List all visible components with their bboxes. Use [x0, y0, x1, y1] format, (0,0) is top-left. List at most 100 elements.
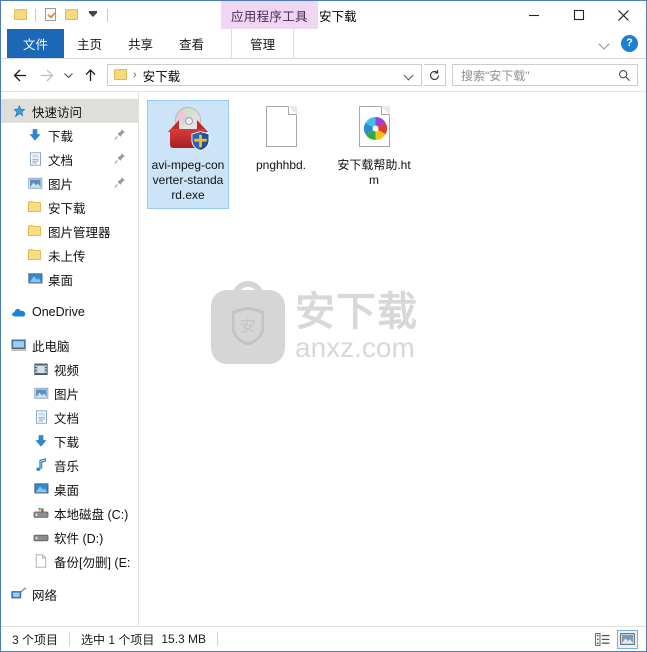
maximize-button[interactable] [556, 1, 601, 29]
system-drive-icon [33, 505, 49, 521]
status-separator-1 [69, 632, 71, 646]
file-explorer-window: 应用程序工具 安下载 文件 主页 共享 查看 管理 ? › 安下载 搜索"安下载… [0, 0, 647, 652]
sidebar-item-documents[interactable]: 文档 [1, 147, 138, 171]
tab-home[interactable]: 主页 [64, 29, 115, 58]
qat-new-folder-icon[interactable] [61, 5, 82, 26]
forward-arrow-icon [40, 69, 53, 81]
window-title: 安下载 [319, 9, 357, 24]
computer-icon [11, 337, 27, 353]
tab-file[interactable]: 文件 [7, 29, 65, 58]
file-name: 安下载帮助.htm [337, 158, 411, 187]
pictures-icon [33, 385, 49, 401]
sidebar-item-videos[interactable]: 视频 [1, 357, 138, 381]
pin-icon[interactable] [114, 176, 126, 189]
sidebar-label: OneDrive [32, 305, 85, 319]
sidebar-item-drive-d[interactable]: 软件 (D:) [1, 525, 138, 549]
breadcrumb-current-folder[interactable]: 安下载 [143, 66, 181, 85]
qat-separator-1 [35, 8, 36, 22]
sidebar-label: 网络 [32, 588, 58, 603]
sidebar-item-network[interactable]: 网络 [1, 582, 138, 606]
title-bar: 应用程序工具 安下载 [1, 1, 646, 29]
file-item-htm[interactable]: 安下载帮助.htm [333, 100, 415, 209]
qat-customize-button[interactable] [82, 5, 103, 26]
address-dropdown-icon[interactable] [405, 72, 413, 80]
customize-caret-icon [88, 11, 97, 17]
sidebar-item-documents-pc[interactable]: 文档 [1, 405, 138, 429]
file-name: avi-mpeg-converter-standard.exe [151, 158, 225, 202]
sidebar-label: 文档 [54, 411, 80, 426]
document-check-icon [44, 8, 57, 22]
tab-manage[interactable]: 管理 [231, 29, 295, 58]
refresh-button[interactable] [424, 64, 446, 86]
sidebar-item-desktop-qa[interactable]: 桌面 [1, 267, 138, 291]
sidebar-label: 安下载 [48, 201, 86, 216]
breadcrumb-folder-icon [114, 69, 128, 81]
up-button[interactable] [77, 62, 103, 88]
sidebar-item-pictures[interactable]: 图片 [1, 171, 138, 195]
large-icons-view-button[interactable] [617, 629, 638, 649]
file-item-png[interactable]: pnghhbd. [240, 100, 322, 209]
recent-locations-button[interactable] [59, 62, 77, 88]
search-input[interactable]: 搜索"安下载" [461, 67, 530, 84]
back-button[interactable] [7, 62, 33, 88]
qat-properties-icon[interactable] [40, 5, 61, 26]
chevron-down-icon[interactable] [598, 37, 611, 50]
sidebar-label: 图片管理器 [48, 225, 111, 240]
forward-button[interactable] [33, 62, 59, 88]
pictures-icon [27, 175, 43, 191]
address-bar[interactable]: › 安下载 [107, 64, 422, 86]
sidebar-label: 文档 [48, 153, 74, 168]
qat-folder-icon[interactable] [10, 5, 31, 26]
sidebar-item-this-pc[interactable]: 此电脑 [1, 333, 138, 357]
sidebar-item-desktop-pc[interactable]: 桌面 [1, 477, 138, 501]
new-folder-icon [64, 9, 79, 21]
sidebar-item-not-uploaded[interactable]: 未上传 [1, 243, 138, 267]
documents-icon [33, 409, 49, 425]
sidebar-item-onedrive[interactable]: OneDrive [1, 300, 138, 324]
ribbon-tab-strip: 文件 主页 共享 查看 管理 ? [1, 29, 646, 59]
download-arrow-icon [27, 127, 43, 143]
details-view-button[interactable] [592, 630, 613, 649]
pin-icon[interactable] [114, 152, 126, 165]
sidebar-gap-1 [1, 291, 138, 300]
watermark-logo-char: 安 [240, 318, 255, 335]
minimize-button[interactable] [511, 1, 556, 29]
selection-size-label: 15.3 MB [161, 632, 207, 646]
file-list-pane[interactable]: avi-mpeg-converter-standard.exe pnghhbd. [139, 92, 646, 626]
onedrive-cloud-icon [11, 304, 27, 320]
close-button[interactable] [601, 1, 646, 29]
sidebar-label: 图片 [54, 387, 80, 402]
search-icon [619, 69, 630, 81]
pin-icon[interactable] [114, 128, 126, 141]
desktop-icon [33, 481, 49, 497]
folder-icon [27, 247, 43, 263]
sidebar-item-local-disk-c[interactable]: 本地磁盘 (C:) [1, 501, 138, 525]
sidebar-item-music[interactable]: 音乐 [1, 453, 138, 477]
star-pin-icon [11, 103, 27, 119]
file-item-installer[interactable]: avi-mpeg-converter-standard.exe [147, 100, 229, 209]
sidebar-item-pictures-pc[interactable]: 图片 [1, 381, 138, 405]
details-view-icon [595, 632, 610, 646]
sidebar-item-downloads-pc[interactable]: 下载 [1, 429, 138, 453]
sidebar-label: 下载 [48, 129, 74, 144]
sidebar-item-downloads[interactable]: 下载 [1, 123, 138, 147]
sidebar-label: 未上传 [48, 249, 86, 264]
quick-access-toolbar [1, 1, 112, 29]
search-box[interactable]: 搜索"安下载" [452, 64, 638, 86]
view-mode-buttons [592, 629, 638, 649]
sidebar-item-picture-manager[interactable]: 图片管理器 [1, 219, 138, 243]
blank-document-icon [257, 104, 305, 152]
sidebar-label: 桌面 [54, 483, 80, 498]
sidebar-item-anxiazai[interactable]: 安下载 [1, 195, 138, 219]
tab-share[interactable]: 共享 [115, 29, 166, 58]
sidebar-item-drive-e[interactable]: 备份[勿删] (E: [1, 549, 138, 573]
drive-icon [33, 529, 49, 545]
navigation-pane[interactable]: 快速访问 下载 文档 图片 安下载 图片管理器 未上传 桌面 OneDrive … [1, 92, 139, 626]
tab-view[interactable]: 查看 [166, 29, 217, 58]
breadcrumb-separator: › [133, 69, 137, 81]
help-button[interactable]: ? [621, 35, 638, 52]
watermark-logo-icon: 安 [211, 281, 285, 364]
network-icon [11, 586, 27, 602]
sidebar-item-quick-access[interactable]: 快速访问 [1, 99, 138, 123]
installer-package-icon [164, 104, 212, 152]
